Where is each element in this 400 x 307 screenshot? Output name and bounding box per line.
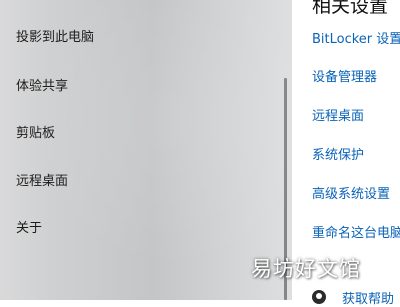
- system-protection-link[interactable]: 系统保护: [312, 144, 364, 163]
- sidebar-item-shared-experiences[interactable]: 体验共享: [16, 71, 276, 103]
- advanced-system-settings-link[interactable]: 高级系统设置: [312, 183, 390, 202]
- rename-pc-link[interactable]: 重命名这台电脑: [312, 222, 400, 241]
- bitlocker-settings-link[interactable]: BitLocker 设置: [312, 28, 400, 47]
- sidebar-nav: 投影到此电脑 体验共享 剪贴板 远程桌面 关于: [0, 0, 292, 300]
- remote-desktop-link[interactable]: 远程桌面: [312, 105, 364, 124]
- get-help-link[interactable]: 获取帮助: [342, 288, 394, 307]
- help-icon[interactable]: [312, 290, 326, 304]
- sidebar-item-project-to-pc[interactable]: 投影到此电脑: [16, 22, 276, 54]
- sidebar-item-remote-desktop[interactable]: 远程桌面: [16, 166, 276, 198]
- watermark-text: 易坊好文馆: [251, 257, 361, 281]
- related-settings-title: 相关设置: [312, 0, 389, 17]
- sidebar-item-about[interactable]: 关于: [16, 213, 276, 245]
- sidebar-item-clipboard[interactable]: 剪贴板: [16, 118, 276, 150]
- device-manager-link[interactable]: 设备管理器: [312, 66, 377, 85]
